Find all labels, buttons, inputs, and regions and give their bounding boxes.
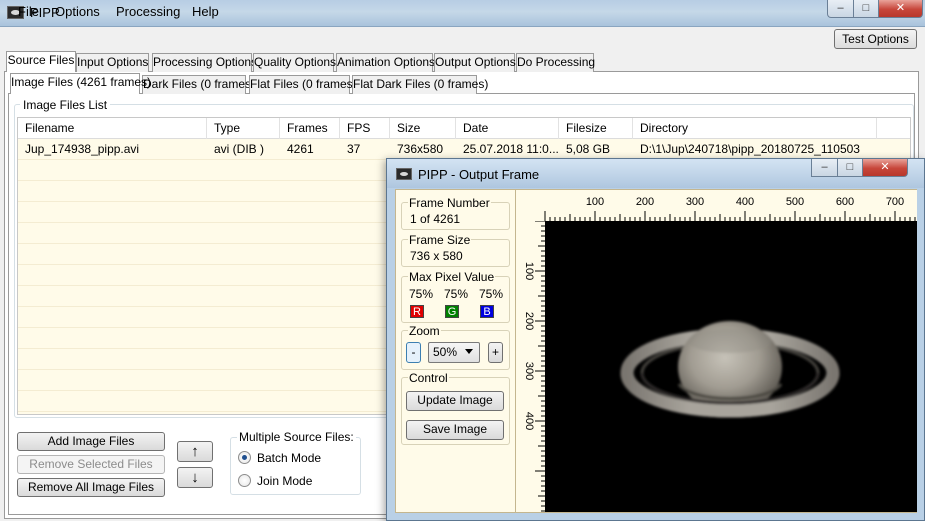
minimize-button[interactable]: – (827, 0, 854, 18)
saturn-image (620, 321, 840, 418)
table-row-fps[interactable]: 37 (340, 140, 390, 158)
ruler-horizontal-svg: 100 200 300 400 500 600 700 (544, 196, 916, 221)
ruler-label: 400 (523, 412, 535, 430)
subtab-image-files[interactable]: Image Files (4261 frames) (10, 73, 151, 94)
output-frame-title: PIPP - Output Frame (418, 167, 540, 182)
max-pixel-g-value: 75% (444, 287, 469, 301)
subtab-flat-files[interactable]: Flat Files (0 frames) (249, 75, 357, 94)
red-channel-chip: R (410, 305, 424, 318)
remove-all-image-files-button[interactable]: Remove All Image Files (17, 478, 165, 497)
menu-help[interactable]: Help (192, 4, 219, 19)
column-date[interactable]: Date (456, 118, 559, 139)
move-down-button[interactable]: ↓ (177, 467, 213, 488)
move-up-button[interactable]: ↑ (177, 441, 213, 462)
zoom-in-button[interactable]: + (488, 342, 503, 363)
frame-size-label: Frame Size (408, 233, 472, 247)
ruler-label: 100 (523, 262, 535, 280)
output-maximize-button[interactable]: □ (837, 159, 863, 177)
ruler-label: 600 (836, 196, 854, 208)
add-image-files-button[interactable]: Add Image Files (17, 432, 165, 451)
table-row-size[interactable]: 736x580 (390, 140, 456, 158)
control-label: Control (408, 371, 449, 385)
max-pixel-b-value: 75% (479, 287, 504, 301)
menu-file[interactable]: File (18, 4, 39, 19)
column-size[interactable]: Size (390, 118, 456, 139)
chevron-down-icon (465, 349, 473, 354)
column-filename[interactable]: Filename (18, 118, 207, 139)
image-files-list-label: Image Files List (20, 98, 111, 112)
update-image-button[interactable]: Update Image (406, 391, 504, 411)
column-fps[interactable]: FPS (340, 118, 390, 139)
output-frame-image[interactable] (545, 221, 917, 512)
multiple-source-label: Multiple Source Files: (237, 430, 356, 444)
join-mode-radio[interactable] (238, 474, 251, 487)
subtab-flat-dark-files[interactable]: Flat Dark Files (0 frames) (352, 75, 488, 94)
output-minimize-button[interactable]: – (811, 159, 838, 177)
maximize-button[interactable]: □ (853, 0, 879, 18)
table-row-directory[interactable]: D:\1\Jup\240718\pipp_20180725_110503 (633, 140, 893, 158)
remove-selected-files-button[interactable]: Remove Selected Files (17, 455, 165, 474)
test-options-button[interactable]: Test Options (834, 29, 917, 49)
green-channel-chip: G (445, 305, 459, 318)
ruler-label: 400 (736, 196, 754, 208)
table-row-filesize[interactable]: 5,08 GB (559, 140, 633, 158)
ruler-vertical: 100 200 300 400 (517, 221, 545, 512)
output-close-button[interactable]: ✕ (862, 159, 908, 177)
frame-size-value: 736 x 580 (410, 249, 463, 263)
ruler-label: 500 (786, 196, 804, 208)
batch-mode-radio[interactable] (238, 451, 251, 464)
join-mode-label[interactable]: Join Mode (257, 474, 312, 488)
save-image-button[interactable]: Save Image (406, 420, 504, 440)
table-row-type[interactable]: avi (DIB ) (207, 140, 280, 158)
zoom-value: 50% (433, 345, 458, 359)
frame-number-value: 1 of 4261 (410, 212, 461, 226)
max-pixel-r-value: 75% (409, 287, 434, 301)
frame-number-label: Frame Number (408, 196, 491, 210)
output-frame-icon (396, 168, 412, 180)
zoom-label: Zoom (408, 324, 441, 338)
batch-mode-label[interactable]: Batch Mode (257, 451, 321, 465)
menu-processing[interactable]: Processing (116, 4, 180, 19)
tab-output-options[interactable]: Output Options (434, 53, 516, 72)
ruler-vertical-svg: 100 200 300 400 (523, 221, 545, 512)
close-button[interactable]: ✕ (878, 0, 923, 18)
max-pixel-label: Max Pixel Value (408, 270, 496, 284)
ruler-label: 200 (636, 196, 654, 208)
column-type[interactable]: Type (207, 118, 280, 139)
table-row-filename[interactable]: Jup_174938_pipp.avi (18, 140, 207, 158)
ruler-label: 300 (686, 196, 704, 208)
tab-input-options[interactable]: Input Options (76, 53, 149, 72)
ruler-label: 300 (523, 362, 535, 380)
tab-animation-options[interactable]: Animation Options (336, 53, 435, 72)
menu-bar (0, 27, 925, 51)
tab-quality-options[interactable]: Quality Options (253, 53, 336, 72)
column-filesize[interactable]: Filesize (559, 118, 633, 139)
table-row-frames[interactable]: 4261 (280, 140, 340, 158)
column-frames[interactable]: Frames (280, 118, 340, 139)
blue-channel-chip: B (480, 305, 494, 318)
ruler-label: 200 (523, 312, 535, 330)
ruler-label: 100 (586, 196, 604, 208)
ruler-label: 700 (886, 196, 904, 208)
table-row-date[interactable]: 25.07.2018 11:0... (456, 140, 559, 158)
zoom-out-button[interactable]: - (406, 342, 421, 363)
column-directory[interactable]: Directory (633, 118, 877, 139)
tab-source-files[interactable]: Source Files (6, 51, 76, 72)
ruler-horizontal: 100 200 300 400 500 600 700 (517, 190, 917, 221)
menu-options[interactable]: Options (55, 4, 100, 19)
subtab-dark-files[interactable]: Dark Files (0 frames) (142, 75, 255, 94)
tab-processing-options[interactable]: Processing Options (152, 53, 257, 72)
tab-do-processing[interactable]: Do Processing (516, 53, 595, 72)
